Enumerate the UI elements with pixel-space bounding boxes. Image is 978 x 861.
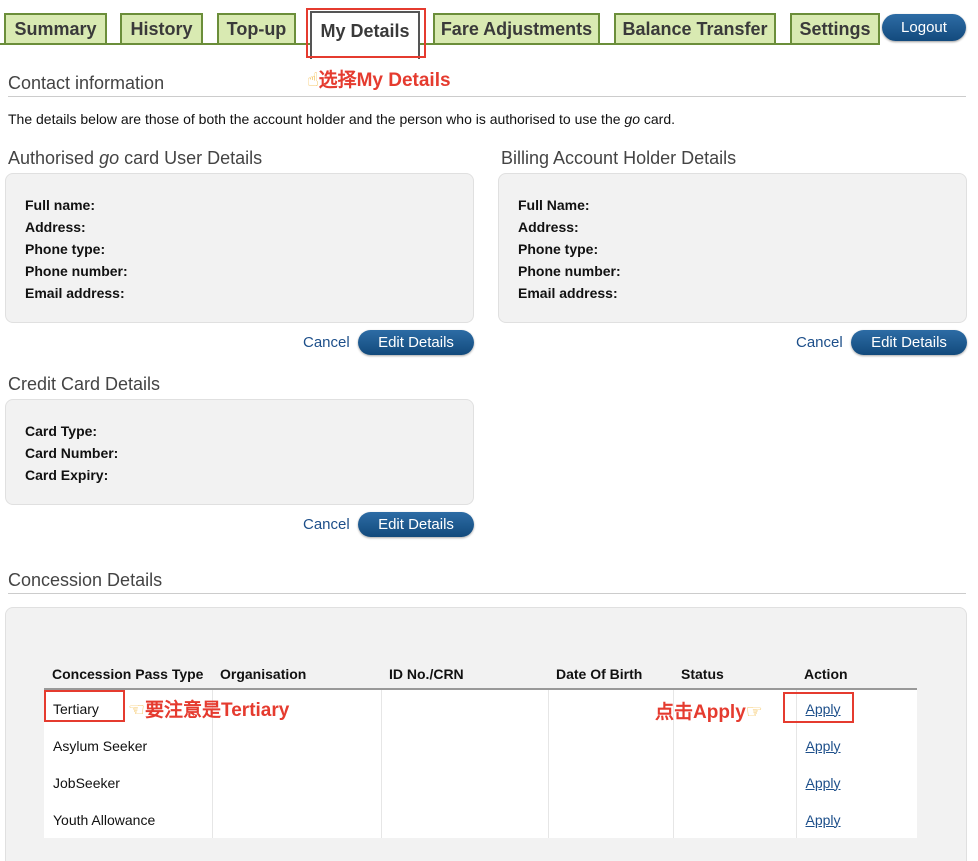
annotation-note-tertiary: ☜要注意是Tertiary: [128, 700, 290, 721]
table-cell: [673, 801, 797, 838]
field-label: Address:: [518, 219, 579, 235]
tab-summary[interactable]: Summary: [4, 13, 107, 43]
concession-details-title: Concession Details: [8, 570, 163, 590]
divider: [8, 96, 966, 97]
field-label: Full name:: [25, 197, 96, 213]
field-label: Card Number:: [25, 445, 119, 461]
table-row: Youth Allowance Apply: [44, 801, 917, 838]
field-label: Phone number:: [518, 263, 621, 279]
table-cell: [548, 801, 674, 838]
column-header: Concession Pass Type: [44, 660, 212, 690]
table-cell: [673, 727, 797, 764]
divider: [8, 593, 966, 594]
tab-settings[interactable]: Settings: [790, 13, 880, 43]
column-header: ID No./CRN: [381, 660, 548, 690]
action-cell: Apply: [796, 764, 917, 801]
table-cell: [212, 764, 382, 801]
action-cell: Apply: [796, 801, 917, 838]
tab-balance-transfer[interactable]: Balance Transfer: [614, 13, 776, 43]
field-label: Phone number:: [25, 263, 128, 279]
user-details-fields: Full name: Address: Phone type: Phone nu…: [25, 194, 128, 304]
user-details-edit-button[interactable]: Edit Details: [358, 330, 474, 355]
action-cell: Apply: [796, 727, 917, 764]
pointing-left-hand-icon: ☜: [128, 700, 146, 721]
user-details-title: Authorised go card User Details: [8, 148, 263, 168]
pass-type-cell: JobSeeker: [44, 764, 213, 801]
billing-details-fields: Full Name: Address: Phone type: Phone nu…: [518, 194, 621, 304]
highlight-apply: [783, 692, 854, 723]
pass-type-cell: Asylum Seeker: [44, 727, 213, 764]
credit-card-cancel-link[interactable]: Cancel: [303, 516, 350, 533]
billing-details-title: Billing Account Holder Details: [501, 148, 737, 168]
highlight-tertiary: [44, 690, 125, 722]
field-label: Phone type:: [518, 241, 599, 257]
billing-details-panel: Full Name: Address: Phone type: Phone nu…: [498, 173, 967, 323]
tab-top-up[interactable]: Top-up: [217, 13, 296, 43]
credit-card-edit-button[interactable]: Edit Details: [358, 512, 474, 537]
annotation-click-apply: 点击Apply☞: [655, 702, 763, 723]
table-row: JobSeeker Apply: [44, 764, 917, 801]
table-cell: [673, 764, 797, 801]
table-row: Asylum Seeker Apply: [44, 727, 917, 764]
logout-button[interactable]: Logout: [882, 14, 966, 41]
billing-details-edit-button[interactable]: Edit Details: [851, 330, 967, 355]
credit-card-fields: Card Type: Card Number: Card Expiry:: [25, 420, 118, 486]
field-label: Phone type:: [25, 241, 106, 257]
billing-details-cancel-link[interactable]: Cancel: [796, 334, 843, 351]
field-label: Full Name:: [518, 197, 590, 213]
table-cell: [381, 689, 549, 727]
table-cell: [381, 801, 549, 838]
field-label: Email address:: [25, 285, 125, 301]
column-header: Action: [796, 660, 917, 690]
table-header-row: Concession Pass Type Organisation ID No.…: [44, 660, 917, 690]
column-header: Date Of Birth: [548, 660, 673, 690]
credit-card-title: Credit Card Details: [8, 374, 161, 394]
pass-type-cell: Youth Allowance: [44, 801, 213, 838]
field-label: Email address:: [518, 285, 618, 301]
apply-link-asylum-seeker[interactable]: Apply: [806, 738, 841, 754]
table-cell: [548, 764, 674, 801]
contact-intro-text: The details below are those of both the …: [8, 111, 675, 127]
table-cell: [381, 727, 549, 764]
apply-link-jobseeker[interactable]: Apply: [806, 775, 841, 791]
credit-card-panel: Card Type: Card Number: Card Expiry:: [5, 399, 474, 505]
table-cell: [212, 801, 382, 838]
column-header: Organisation: [212, 660, 381, 690]
table-cell: [548, 727, 674, 764]
tab-bar-line: [0, 43, 880, 45]
concession-table: Concession Pass Type Organisation ID No.…: [44, 660, 917, 838]
annotation-select-my-details: ☝选择My Details: [307, 70, 451, 91]
field-label: Card Expiry:: [25, 467, 109, 483]
user-details-panel: Full name: Address: Phone type: Phone nu…: [5, 173, 474, 323]
field-label: Card Type:: [25, 423, 98, 439]
field-label: Address:: [25, 219, 86, 235]
user-details-cancel-link[interactable]: Cancel: [303, 334, 350, 351]
tab-history[interactable]: History: [120, 13, 203, 43]
table-cell: [381, 764, 549, 801]
pointing-hand-icon: ☝: [307, 70, 319, 91]
table-cell: [212, 727, 382, 764]
pointing-right-hand-icon: ☞: [745, 702, 763, 723]
apply-link-youth-allowance[interactable]: Apply: [806, 812, 841, 828]
highlight-my-details: [306, 8, 426, 58]
column-header: Status: [673, 660, 796, 690]
contact-information-title: Contact information: [8, 73, 165, 93]
tab-fare-adjustments[interactable]: Fare Adjustments: [433, 13, 600, 43]
